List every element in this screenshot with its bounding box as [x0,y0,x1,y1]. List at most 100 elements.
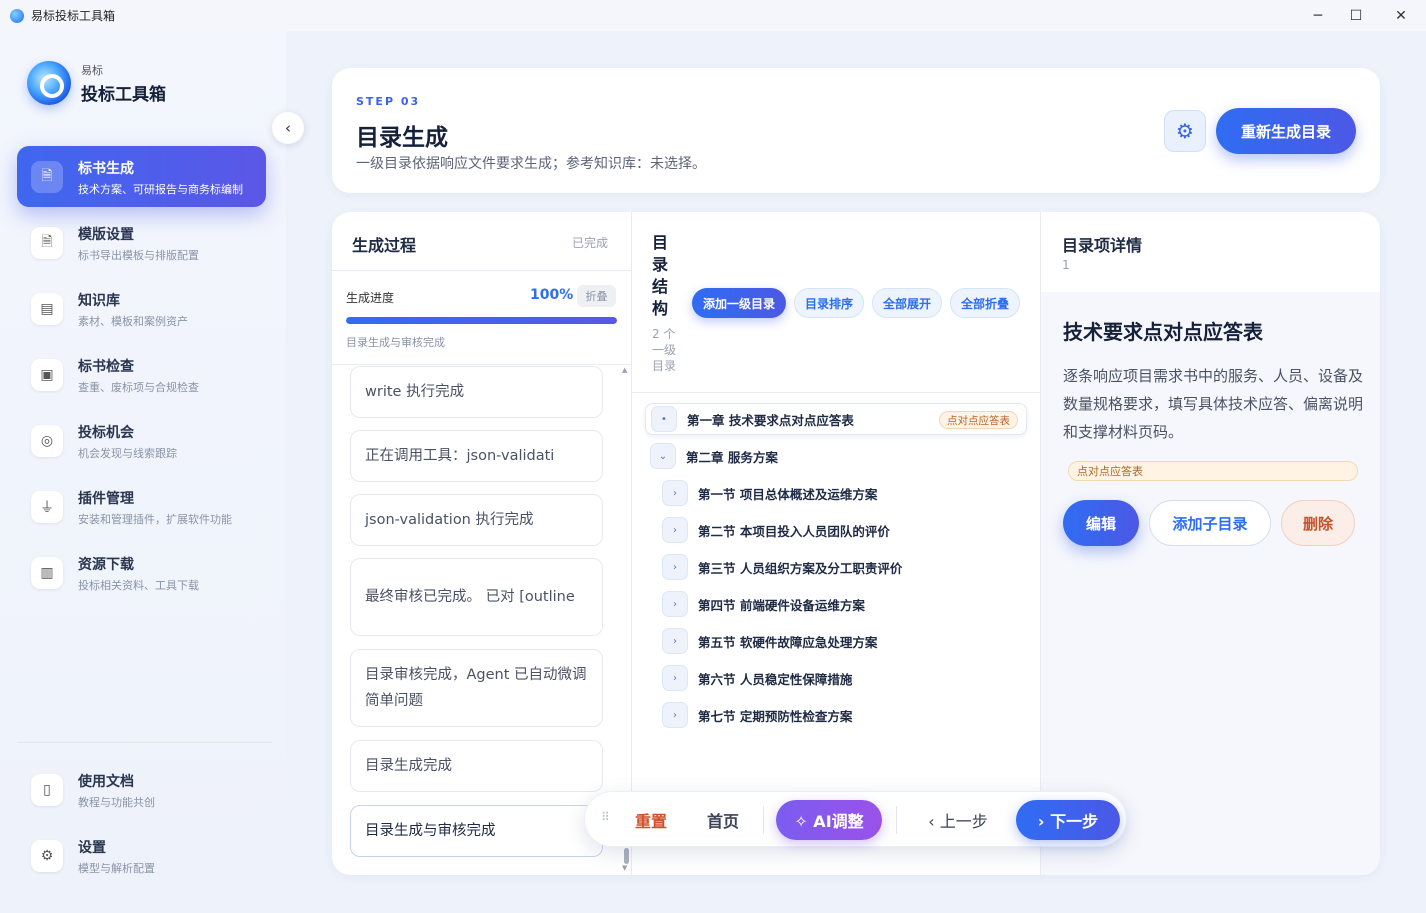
sidebar-item-label: 标书检查 [78,359,134,375]
toc-row-label: 第三节 人员组织方案及分工职责评价 [698,560,903,576]
step-header-card: STEP 03 目录生成 一级目录依据响应文件要求生成；参考知识库：未选择。 ⚙… [332,68,1380,193]
add-child-button[interactable]: 添加子目录 [1149,500,1271,546]
next-step-button[interactable]: › 下一步 [1016,800,1120,840]
sidebar: 易标 投标工具箱 🗎 标书生成 技术方案、可研报告与商务标编制 🗎 模版设置 标… [0,31,286,913]
regenerate-toc-button[interactable]: 重新生成目录 [1216,108,1356,154]
toc-row-selected[interactable]: • 第一章 技术要求点对点应答表 点对点应答表 [645,403,1027,435]
progress-subtext: 目录生成与审核完成 [346,336,445,349]
sidebar-item-sub: 标书导出模板与排版配置 [78,249,199,262]
sidebar-item-docs[interactable]: ▯ 使用文档 教程与功能共创 [17,759,266,820]
toc-sort-button[interactable]: 目录排序 [794,288,864,318]
log-item: write 执行完成 [350,366,603,418]
collapse-all-button[interactable]: 全部折叠 [950,288,1020,318]
delete-button[interactable]: 删除 [1281,500,1355,546]
dot-icon: • [651,406,677,432]
main-workspace-card: 生成过程 已完成 生成进度 100% 折叠 目录生成与审核完成 write 执行… [332,212,1380,875]
process-title: 生成过程 [352,236,417,255]
progress-bar [346,317,617,324]
toc-row[interactable]: › 第七节 定期预防性检查方案 [662,699,1030,731]
divider [632,392,1040,393]
item-description: 逐条响应项目需求书中的服务、人员、设备及数量规格要求，填写具体技术应答、偏离说明… [1063,367,1364,441]
sidebar-item-sub: 模型与解析配置 [78,862,155,875]
toc-row[interactable]: ⌄ 第二章 服务方案 [650,440,1030,472]
toc-row[interactable]: › 第五节 软硬件故障应急处理方案 [662,625,1030,657]
sidebar-item-sub: 安装和管理插件，扩展软件功能 [78,513,232,526]
chevron-right-icon[interactable]: › [662,480,688,506]
page-description: 一级目录依据响应文件要求生成；参考知识库：未选择。 [356,156,706,172]
chevron-right-icon[interactable]: › [662,517,688,543]
sidebar-item-settings[interactable]: ⚙ 设置 模型与解析配置 [17,825,266,886]
step-label: STEP 03 [356,95,421,108]
home-button[interactable]: 首页 [695,800,751,840]
sidebar-item-label: 模版设置 [78,227,134,243]
edit-button[interactable]: 编辑 [1063,500,1139,546]
window-title: 易标投标工具箱 [31,9,116,23]
brand-title: 投标工具箱 [81,85,166,105]
log-item: 目录审核完成，Agent 已自动微调简单问题 [350,649,603,727]
add-root-toc-button[interactable]: 添加一级目录 [692,288,786,318]
toc-row[interactable]: › 第一节 项目总体概述及运维方案 [662,477,1030,509]
target-icon: ◎ [31,425,63,457]
toc-row-label: 第七节 定期预防性检查方案 [698,708,853,724]
log-item: json-validation 执行完成 [350,494,603,546]
prev-step-button[interactable]: ‹ 上一步 [915,800,1001,840]
brand-small: 易标 [81,64,103,77]
scroll-up-icon[interactable]: ▲ [622,366,627,374]
expand-all-button[interactable]: 全部展开 [872,288,942,318]
app-icon [10,8,24,23]
chevron-right-icon[interactable]: › [662,554,688,580]
chevron-right-icon[interactable]: › [662,628,688,654]
toc-row-label: 第一节 项目总体概述及运维方案 [698,486,878,502]
divider [763,806,764,834]
sidebar-collapse-button[interactable]: ‹ [272,112,304,144]
bottom-action-bar: ⠿ 重置 首页 ✧ AI调整 ‹ 上一步 › 下一步 [584,791,1127,847]
toc-row[interactable]: › 第二节 本项目投入人员团队的评价 [662,514,1030,546]
drag-handle-icon[interactable]: ⠿ [601,810,610,824]
sidebar-item-plugins[interactable]: ⏚ 插件管理 安装和管理插件，扩展软件功能 [17,476,266,537]
sidebar-item-label: 资源下载 [78,557,134,573]
detail-title: 目录项详情 [1062,236,1143,255]
sidebar-item-template-settings[interactable]: 🗎 模版设置 标书导出模板与排版配置 [17,212,266,273]
sidebar-item-sub: 投标相关资料、工具下载 [78,579,199,592]
scroll-down-icon[interactable]: ▼ [622,864,627,872]
toc-row[interactable]: › 第四节 前端硬件设备运维方案 [662,588,1030,620]
sidebar-item-opportunities[interactable]: ◎ 投标机会 机会发现与线索跟踪 [17,410,266,471]
sidebar-item-bid-generation[interactable]: 🗎 标书生成 技术方案、可研报告与商务标编制 [17,146,266,207]
close-icon[interactable]: ✕ [1376,0,1426,31]
chevron-right-icon[interactable]: › [662,591,688,617]
chevron-right-icon[interactable]: › [662,665,688,691]
log-item: 目录生成完成 [350,740,603,792]
progress-label: 生成进度 [346,291,395,305]
plug-icon: ⏚ [31,491,63,523]
settings-gear-button[interactable]: ⚙ [1164,110,1206,152]
progress-bar-fill [346,317,617,324]
sidebar-item-label: 设置 [78,840,106,856]
sidebar-item-label: 知识库 [78,293,120,309]
sidebar-item-sub: 教程与功能共创 [78,796,155,809]
chevron-right-icon[interactable]: › [662,702,688,728]
item-tag: 点对点应答表 [1068,461,1358,481]
process-status: 已完成 [572,236,609,250]
toc-row-tag: 点对点应答表 [939,411,1018,429]
reset-button[interactable]: 重置 [623,800,679,840]
books-icon: ▥ [31,557,63,589]
book-icon: ▯ [31,774,63,806]
log-item: 最终审核已完成。 已对 [outline [350,558,603,636]
log-item: 正在调用工具：json-validati [350,430,603,482]
fold-button[interactable]: 折叠 [577,285,616,307]
toc-row[interactable]: › 第三节 人员组织方案及分工职责评价 [662,551,1030,583]
document-icon: 🗎 [31,161,63,193]
sidebar-item-downloads[interactable]: ▥ 资源下载 投标相关资料、工具下载 [17,542,266,603]
ai-adjust-button[interactable]: ✧ AI调整 [776,800,882,840]
sidebar-item-knowledge-base[interactable]: ▤ 知识库 素材、模板和案例资产 [17,278,266,339]
template-icon: 🗎 [31,227,63,259]
toc-row[interactable]: › 第六节 人员稳定性保障措施 [662,662,1030,694]
sidebar-item-sub: 技术方案、可研报告与商务标编制 [78,183,243,196]
toc-row-label: 第一章 技术要求点对点应答表 [687,412,854,428]
sidebar-item-bid-check[interactable]: ▣ 标书检查 查重、废标项与合规检查 [17,344,266,405]
maximize-icon[interactable]: ☐ [1331,0,1381,31]
log-scrollbar[interactable] [624,848,629,864]
toc-row-label: 第四节 前端硬件设备运维方案 [698,597,865,613]
chevron-down-icon[interactable]: ⌄ [650,443,676,469]
divider [896,806,897,834]
